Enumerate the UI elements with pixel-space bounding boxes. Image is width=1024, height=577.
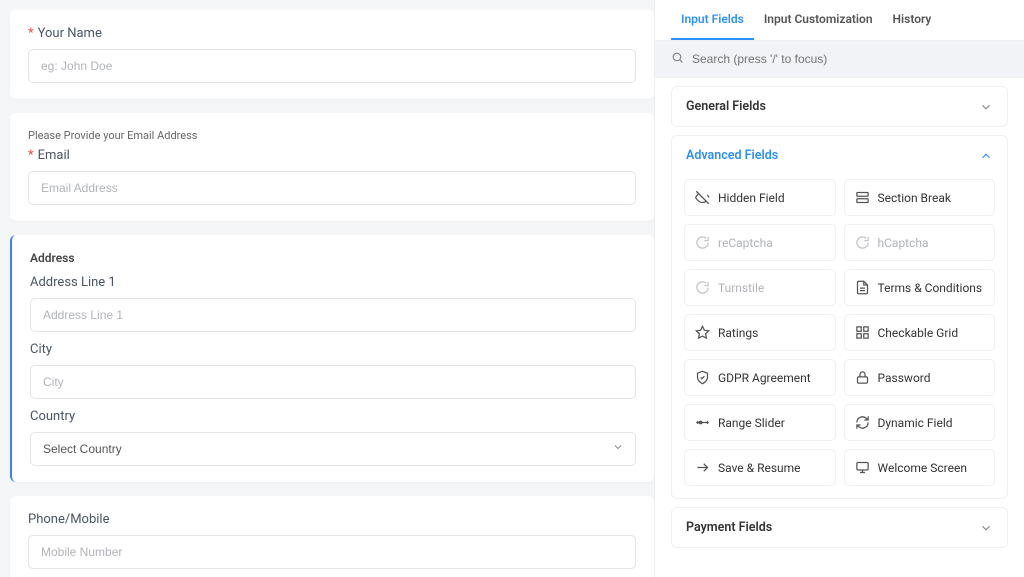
field-block-phone[interactable]: Phone/Mobile (10, 496, 654, 577)
field-card-range-slider[interactable]: Range Slider (684, 404, 836, 441)
star-icon (695, 325, 710, 340)
field-card-hcaptcha: hCaptcha (844, 224, 996, 261)
screen-icon (855, 460, 870, 475)
recaptcha-icon (855, 235, 870, 250)
search-input[interactable] (692, 52, 1008, 66)
field-block-address[interactable]: Address Address Line 1 City Country Sele… (10, 235, 654, 482)
chevron-down-icon (979, 100, 993, 114)
field-card-label: GDPR Agreement (718, 371, 811, 385)
field-card-label: hCaptcha (878, 236, 929, 250)
slider-icon (695, 415, 710, 430)
email-help: Please Provide your Email Address (28, 129, 636, 142)
arrow-icon (695, 460, 710, 475)
address-country-select[interactable]: Select Country (30, 432, 636, 466)
refresh-icon (855, 415, 870, 430)
tab-input-customization[interactable]: Input Customization (754, 0, 883, 40)
field-card-ratings[interactable]: Ratings (684, 314, 836, 351)
field-card-gdpr-agreement[interactable]: GDPR Agreement (684, 359, 836, 396)
field-card-label: Terms & Conditions (878, 281, 983, 295)
group-payment-head[interactable]: Payment Fields (672, 508, 1007, 547)
address-line1-label: Address Line 1 (30, 275, 636, 290)
field-card-section-break[interactable]: Section Break (844, 179, 996, 216)
group-advanced-title: Advanced Fields (686, 148, 778, 163)
address-title: Address (30, 251, 636, 265)
form-canvas: *Your Name Please Provide your Email Add… (0, 0, 654, 577)
sidebar-tabs: Input Fields Input Customization History (655, 0, 1024, 41)
group-general-head[interactable]: General Fields (672, 87, 1007, 126)
recaptcha-icon (695, 235, 710, 250)
group-general-title: General Fields (686, 99, 766, 114)
tab-input-fields[interactable]: Input Fields (671, 0, 754, 40)
name-label: *Your Name (28, 26, 636, 41)
sidebar-body: General Fields Advanced Fields Hidden Fi… (655, 78, 1024, 577)
field-card-turnstile: Turnstile (684, 269, 836, 306)
email-label: *Email (28, 148, 636, 163)
field-card-label: Section Break (878, 191, 951, 205)
field-card-label: Checkable Grid (878, 326, 959, 340)
grid-icon (855, 325, 870, 340)
address-country-label: Country (30, 409, 636, 424)
group-advanced: Advanced Fields Hidden Field Section Brea… (671, 135, 1008, 499)
field-card-terms-conditions[interactable]: Terms & Conditions (844, 269, 996, 306)
field-card-label: Welcome Screen (878, 461, 967, 475)
phone-input[interactable] (28, 535, 636, 569)
address-city-input[interactable] (30, 365, 636, 399)
group-payment-title: Payment Fields (686, 520, 772, 535)
address-line1-input[interactable] (30, 298, 636, 332)
field-card-dynamic-field[interactable]: Dynamic Field (844, 404, 996, 441)
field-card-label: Hidden Field (718, 191, 785, 205)
field-card-label: Range Slider (718, 416, 785, 430)
advanced-field-grid: Hidden Field Section Break reCaptcha hCaptc… (672, 175, 1007, 498)
field-card-label: reCaptcha (718, 236, 773, 250)
field-card-label: Password (878, 371, 931, 385)
group-general: General Fields (671, 86, 1008, 127)
lock-icon (855, 370, 870, 385)
sidebar: Input Fields Input Customization History… (654, 0, 1024, 577)
field-card-label: Dynamic Field (878, 416, 953, 430)
group-payment: Payment Fields (671, 507, 1008, 548)
field-card-label: Save & Resume (718, 461, 801, 475)
field-card-label: Turnstile (718, 281, 764, 295)
field-block-name[interactable]: *Your Name (10, 10, 654, 99)
doc-icon (855, 280, 870, 295)
shield-icon (695, 370, 710, 385)
field-block-email[interactable]: Please Provide your Email Address *Email (10, 113, 654, 221)
field-card-recaptcha: reCaptcha (684, 224, 836, 261)
eye-off-icon (695, 190, 710, 205)
search-bar[interactable] (655, 41, 1024, 78)
chevron-down-icon (979, 521, 993, 535)
field-card-label: Ratings (718, 326, 758, 340)
chevron-up-icon (979, 149, 993, 163)
recaptcha-icon (695, 280, 710, 295)
name-input[interactable] (28, 49, 636, 83)
field-card-save-resume[interactable]: Save & Resume (684, 449, 836, 486)
search-icon (671, 51, 684, 67)
group-advanced-head[interactable]: Advanced Fields (672, 136, 1007, 175)
field-card-welcome-screen[interactable]: Welcome Screen (844, 449, 996, 486)
section-icon (855, 190, 870, 205)
phone-label: Phone/Mobile (28, 512, 636, 527)
field-card-password[interactable]: Password (844, 359, 996, 396)
field-card-checkable-grid[interactable]: Checkable Grid (844, 314, 996, 351)
email-input[interactable] (28, 171, 636, 205)
field-card-hidden-field[interactable]: Hidden Field (684, 179, 836, 216)
address-city-label: City (30, 342, 636, 357)
tab-history[interactable]: History (883, 0, 942, 40)
